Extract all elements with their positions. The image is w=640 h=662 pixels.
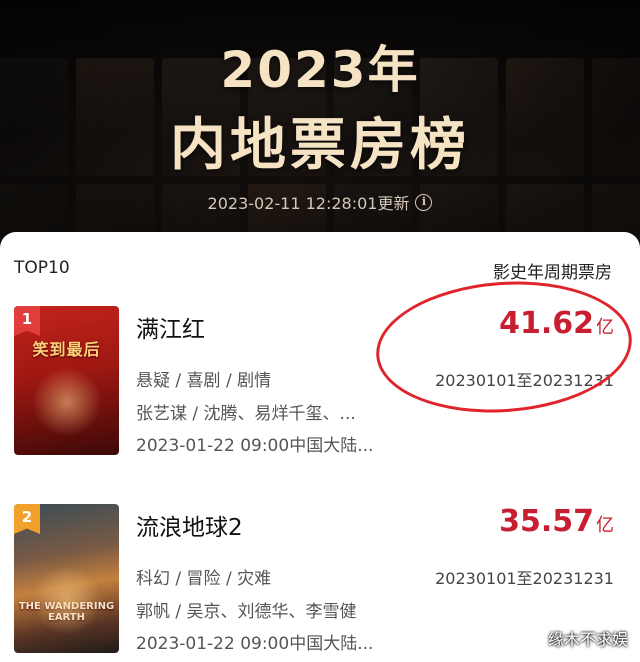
- box-office-unit: 亿: [596, 515, 614, 536]
- movie-poster[interactable]: THE WANDERING EARTH 2: [14, 504, 119, 653]
- box-office-period: 20230101至20231231: [435, 569, 614, 588]
- movie-title[interactable]: 满江红: [136, 310, 205, 344]
- rank-badge: 1: [14, 306, 40, 336]
- box-office-value: 35.57: [499, 504, 594, 539]
- box-office-total: 35.57 亿: [499, 504, 614, 539]
- movie-title[interactable]: 流浪地球2: [136, 508, 243, 542]
- movie-genres: 科幻 / 冒险 / 灾难: [136, 569, 272, 589]
- info-icon[interactable]: i: [415, 193, 433, 211]
- rank-badge: 2: [14, 504, 40, 534]
- movie-genres: 悬疑 / 喜剧 / 剧情: [136, 371, 272, 391]
- top10-label: TOP10: [14, 258, 70, 278]
- movie-release: 2023-01-22 09:00中国大陆...: [136, 436, 374, 456]
- poster-text: 笑到最后: [32, 340, 101, 359]
- page-title: 内地票房榜: [170, 113, 470, 178]
- box-office-page: 2023年 内地票房榜 2023-02-11 12:28:01更新 i TOP1…: [0, 0, 640, 662]
- page-title-year: 2023年: [220, 41, 420, 99]
- list-item[interactable]: THE WANDERING EARTH 2 流浪地球2 科幻 / 冒险 / 灾难…: [0, 502, 640, 662]
- hero-banner: 2023年 内地票房榜 2023-02-11 12:28:01更新 i: [0, 0, 640, 262]
- update-timestamp-text: 2023-02-11 12:28:01更新: [207, 194, 410, 213]
- movie-poster[interactable]: 笑到最后 1: [14, 306, 119, 455]
- watermark: 缘木不求娱: [547, 630, 628, 649]
- movie-cast: 张艺谋 / 沈腾、易烊千玺、...: [136, 404, 356, 424]
- ranking-header: TOP10 影史年周期票房: [14, 258, 612, 283]
- update-timestamp[interactable]: 2023-02-11 12:28:01更新 i: [0, 190, 640, 214]
- box-office-period-label[interactable]: 影史年周期票房: [493, 258, 612, 283]
- movie-cast: 郭帆 / 吴京、刘德华、李雪健: [136, 602, 357, 622]
- movie-release: 2023-01-22 09:00中国大陆...: [136, 634, 374, 654]
